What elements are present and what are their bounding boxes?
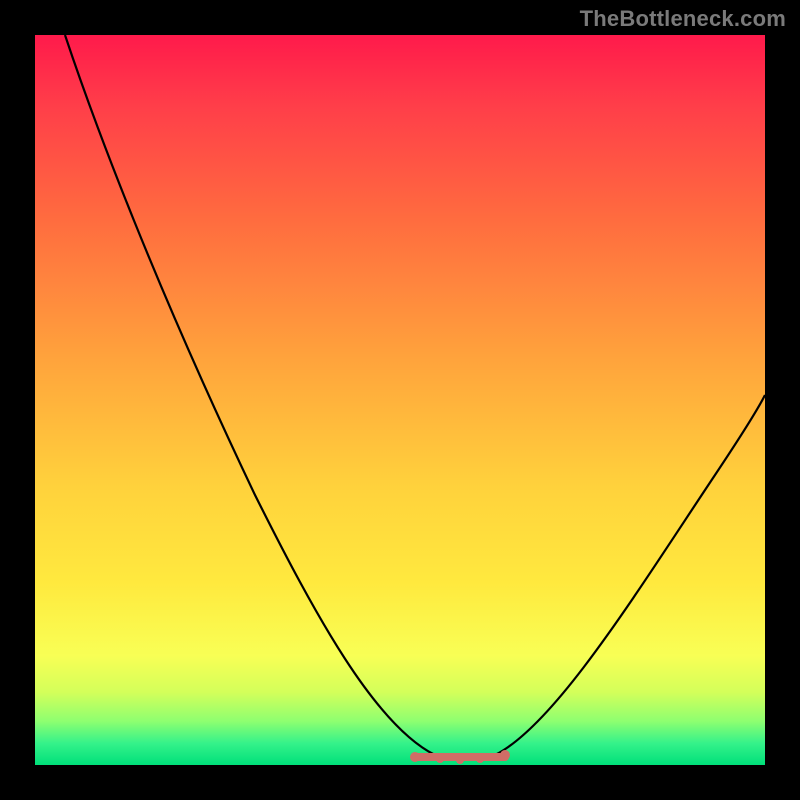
bottleneck-curve-svg <box>35 35 765 765</box>
watermark-text: TheBottleneck.com <box>580 6 786 32</box>
flat-region-start-dot <box>410 752 420 762</box>
flat-region-dot <box>456 756 464 764</box>
chart-frame: TheBottleneck.com <box>0 0 800 800</box>
plot-area <box>35 35 765 765</box>
curve-path <box>65 35 765 760</box>
flat-region-dot <box>436 755 444 763</box>
flat-region-dot <box>476 755 484 763</box>
flat-region-end-dot <box>500 750 510 760</box>
